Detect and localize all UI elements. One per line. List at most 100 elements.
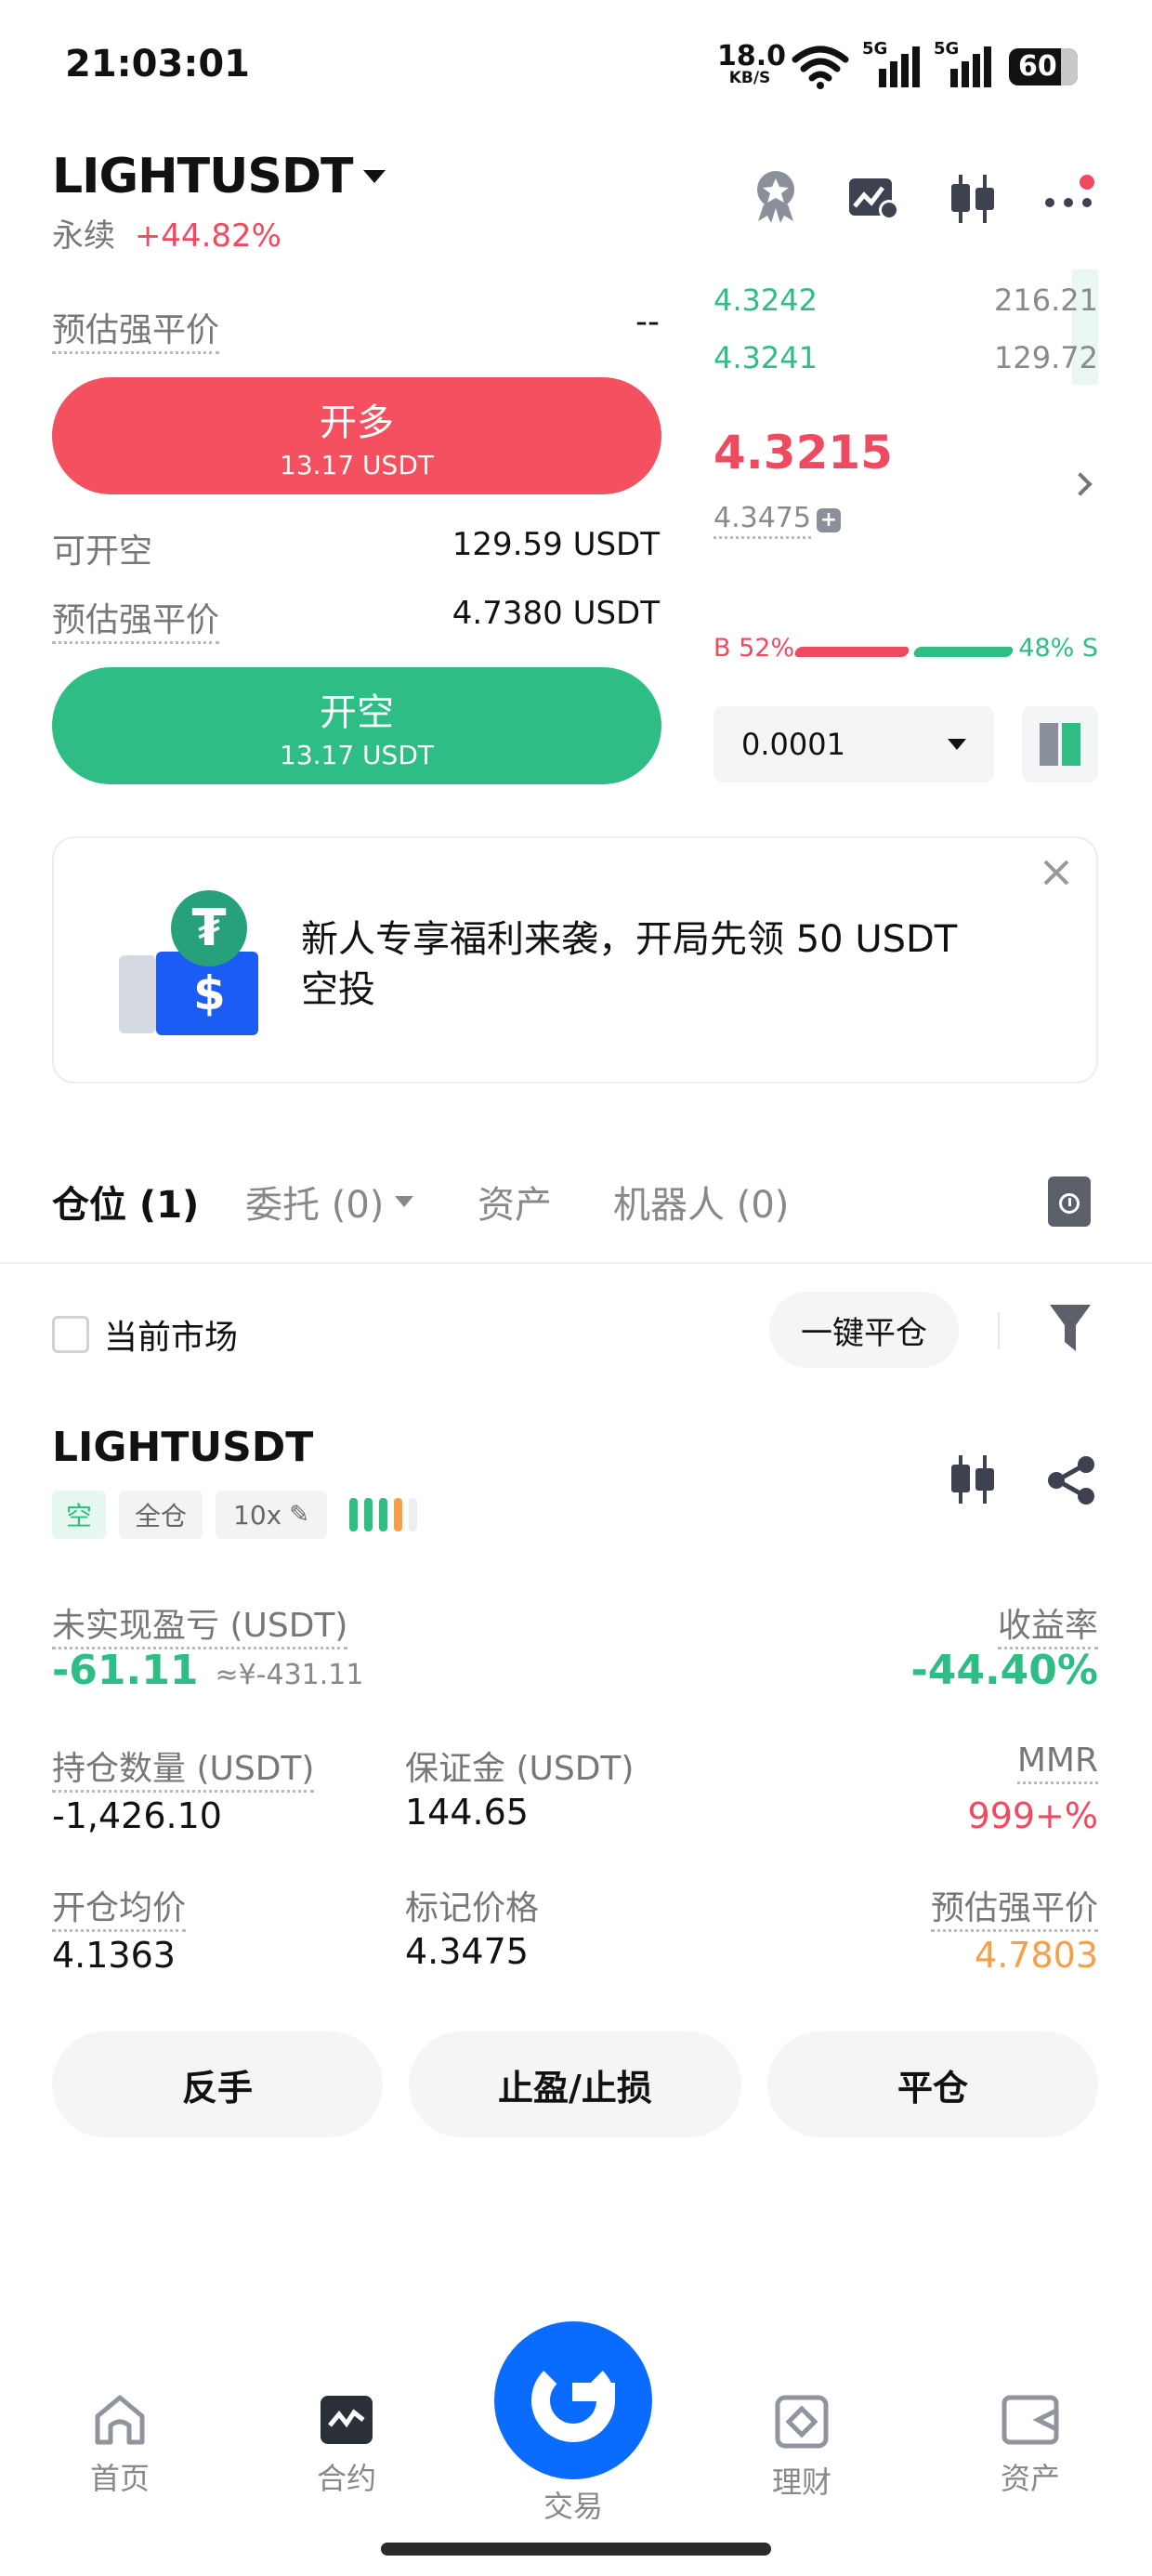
wallet-icon xyxy=(1001,2395,1059,2445)
open-long-button[interactable]: 开多 13.17 USDT xyxy=(52,377,661,494)
mmr-value: 999+% xyxy=(967,1795,1098,1836)
side-tag: 空 xyxy=(52,1491,106,1539)
dollar-icon: $ xyxy=(193,966,226,1020)
status-time: 21:03:01 xyxy=(65,43,250,85)
buy-ratio: B 52% xyxy=(713,634,795,663)
open-long-amount: 13.17 USDT xyxy=(280,449,434,480)
sell-ratio: 48% S xyxy=(1018,634,1098,663)
vertical-divider xyxy=(998,1312,1000,1349)
chevron-right-icon[interactable] xyxy=(1068,472,1093,496)
liq-price-value-3: 4.7803 xyxy=(975,1935,1098,1976)
close-position-button[interactable]: 平仓 xyxy=(767,2031,1098,2137)
checkbox xyxy=(52,1316,89,1353)
edit-icon: ✎ xyxy=(289,1501,309,1529)
earn-icon xyxy=(775,2395,829,2449)
risk-level-icon xyxy=(349,1498,417,1531)
mark-price-label: 标记价格 xyxy=(405,1889,540,1927)
battery-icon: 60 xyxy=(1009,48,1078,85)
nav-assets[interactable]: 资产 xyxy=(961,2394,1100,2498)
roe-label: 收益率 xyxy=(997,1598,1098,1649)
filter-icon[interactable] xyxy=(1050,1305,1091,1353)
current-market-checkbox[interactable]: 当前市场 xyxy=(52,1310,238,1359)
layout-toggle-button[interactable] xyxy=(1022,706,1098,782)
history-icon[interactable] xyxy=(1048,1176,1091,1227)
liq-price-value: -- xyxy=(635,303,660,341)
caret-down-icon xyxy=(395,1196,414,1207)
margin-label: 保证金 (USDT) xyxy=(405,1750,635,1788)
contract-info: 永续 +44.82% xyxy=(52,210,281,256)
chevron-down-icon xyxy=(363,170,386,183)
tether-coin: ₮ xyxy=(171,890,247,966)
tab-assets[interactable]: 资产 xyxy=(478,1175,552,1229)
open-short-amount: 13.17 USDT xyxy=(280,739,434,770)
buy-ratio-bar xyxy=(792,647,910,657)
nav-earn[interactable]: 理财 xyxy=(732,2394,871,2502)
close-icon[interactable] xyxy=(1041,857,1072,888)
size-value: -1,426.10 xyxy=(52,1795,222,1836)
signal-5g-2: 5G xyxy=(934,39,999,87)
pnl-label: 未实现盈亏 (USDT) xyxy=(52,1598,348,1649)
tab-bots[interactable]: 机器人 (0) xyxy=(613,1175,789,1229)
position-chart-icon[interactable] xyxy=(948,1455,998,1504)
nav-futures[interactable]: 合约 xyxy=(277,2394,416,2498)
open-long-label: 开多 xyxy=(320,401,394,444)
entry-price-value: 4.1363 xyxy=(52,1935,176,1976)
futures-icon xyxy=(321,2396,373,2444)
liq-price-value-2: 4.7380 USDT xyxy=(452,595,660,632)
open-short-label: 开空 xyxy=(320,690,394,734)
ratio-bar xyxy=(792,647,1015,657)
home-icon xyxy=(95,2395,145,2445)
tab-bar: 仓位 (1) 委托 (0) 资产 机器人 (0) xyxy=(0,1162,1152,1264)
liq-price-label-2: 预估强平价 xyxy=(52,593,220,644)
nav-trade[interactable]: 交易 xyxy=(494,2321,652,2526)
home-indicator xyxy=(381,2543,771,2556)
orderbook-row[interactable]: 4.3241 129.72 xyxy=(713,340,1098,375)
tpsl-button[interactable]: 止盈/止损 xyxy=(409,2031,741,2137)
short-available-label: 可开空 xyxy=(52,532,153,571)
tab-orders[interactable]: 委托 (0) xyxy=(245,1175,414,1229)
signal-5g-1: 5G xyxy=(862,39,927,87)
orderbook-row[interactable]: 4.3242 216.21 xyxy=(713,283,1098,318)
position-symbol[interactable]: LIGHTUSDT xyxy=(52,1424,313,1471)
position-tags: 空 全仓 10x ✎ xyxy=(52,1491,417,1539)
margin-mode-tag: 全仓 xyxy=(119,1491,203,1539)
pnl-value: -61.11 xyxy=(52,1647,199,1694)
chart-alert-icon[interactable] xyxy=(847,175,901,221)
divider xyxy=(0,1262,1152,1264)
liq-price-label-3: 预估强平价 xyxy=(930,1881,1098,1932)
precision-select[interactable]: 0.0001 xyxy=(713,706,994,782)
reverse-button[interactable]: 反手 xyxy=(52,2031,383,2137)
symbol-selector[interactable]: LIGHTUSDT xyxy=(52,149,386,204)
caret-down-icon xyxy=(948,739,966,750)
network-speed: 18.0 KB/S xyxy=(717,40,787,87)
promo-text: 新人专享福利来袭，开局先领 50 USDT 空投 xyxy=(301,918,958,1011)
buy-sell-ratio: B 52% 48% S xyxy=(713,632,1098,669)
open-short-button[interactable]: 开空 13.17 USDT xyxy=(52,667,661,784)
shield-icon: + xyxy=(816,508,841,532)
candlestick-icon[interactable] xyxy=(948,175,998,223)
size-label: 持仓数量 (USDT) xyxy=(52,1741,315,1793)
layout-icon xyxy=(1040,723,1080,766)
margin-value: 144.65 xyxy=(405,1792,529,1833)
sell-ratio-bar xyxy=(911,647,1015,657)
status-bar: 21:03:01 18.0 KB/S 5G 5G 60 xyxy=(0,0,1152,139)
signal-bars-icon xyxy=(950,46,991,87)
roe-value: -44.40% xyxy=(910,1647,1098,1694)
entry-price-label: 开仓均价 xyxy=(52,1881,187,1932)
page-title: LIGHTUSDT xyxy=(52,149,353,204)
leverage-tag[interactable]: 10x ✎ xyxy=(216,1491,327,1539)
promo-illustration: $ ₮ xyxy=(119,890,277,1035)
promo-banner[interactable]: $ ₮ 新人专享福利来袭，开局先领 50 USDT 空投 xyxy=(52,836,1098,1084)
tab-positions[interactable]: 仓位 (1) xyxy=(52,1175,199,1229)
bottom-nav: 首页 合约 交易 理财 资产 xyxy=(0,2321,1152,2576)
last-price[interactable]: 4.3215 xyxy=(713,426,893,480)
wifi-icon xyxy=(792,46,849,89)
pnl-value-row: -61.11 ≈¥-431.11 xyxy=(52,1647,363,1694)
award-icon[interactable] xyxy=(751,169,801,225)
nav-home[interactable]: 首页 xyxy=(50,2394,190,2498)
price-change: +44.82% xyxy=(134,217,281,255)
share-icon[interactable] xyxy=(1046,1455,1096,1505)
pnl-cny: ≈¥-431.11 xyxy=(215,1659,364,1691)
more-menu-icon[interactable] xyxy=(1044,173,1096,219)
close-all-button[interactable]: 一键平仓 xyxy=(769,1292,959,1368)
